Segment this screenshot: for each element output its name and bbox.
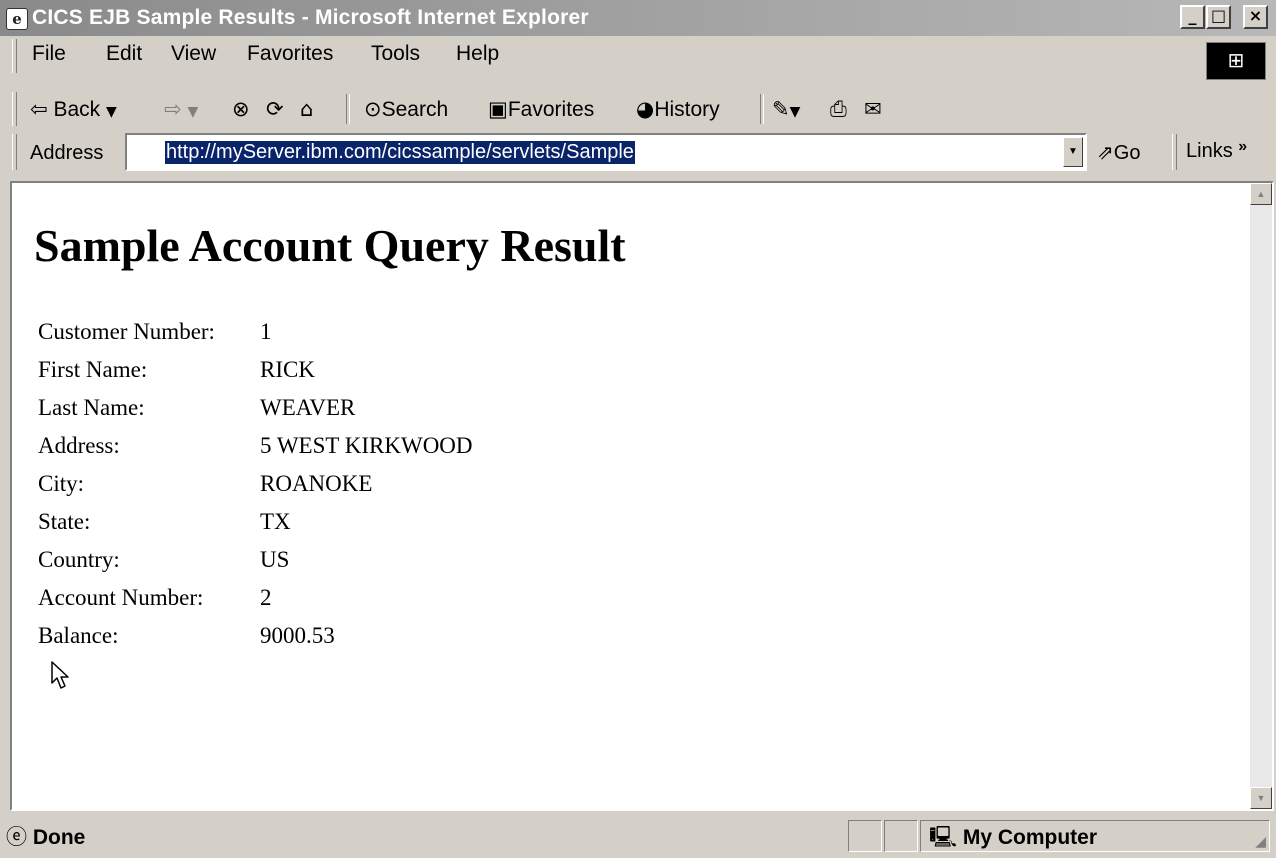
discuss-icon: ✉ [864,97,882,121]
history-button[interactable]: ◕History [636,97,720,122]
field-label: Account Number: [38,585,204,610]
ie-page-icon[interactable]: e [6,8,28,30]
address-dropdown-icon[interactable]: ▼ [1063,137,1083,167]
search-label: Search [381,98,449,121]
field-value: 9000.53 [260,623,335,648]
go-button[interactable]: ⇗Go [1097,140,1140,165]
field-label: Balance: [38,623,119,648]
status-text: Done [32,826,86,849]
search-button[interactable]: ⊙Search [364,97,448,122]
toolbar-separator [346,94,350,124]
menu-edit[interactable]: Edit [106,42,142,66]
status-bar: ⓔ Done 🖳 My Computer ◢ [0,817,1276,854]
vertical-scrollbar[interactable]: ▲ ▼ [1250,183,1272,809]
zone-container: 🖳 My Computer [929,823,1097,858]
window-title: CICS EJB Sample Results - Microsoft Inte… [32,6,589,29]
search-icon: ⊙ [364,97,382,121]
discuss-button[interactable]: ✉ [864,97,882,122]
menu-tools[interactable]: Tools [371,42,420,66]
links-grip[interactable] [1172,134,1177,170]
maximize-button[interactable]: □ [1206,5,1231,29]
home-icon: ⌂ [300,97,314,121]
back-dropdown-icon[interactable]: ▼ [106,104,117,120]
field-value: WEAVER [260,395,356,420]
toolbar-separator [760,94,764,124]
print-button[interactable]: ⎙ [830,97,847,122]
page-heading: Sample Account Query Result [34,220,626,271]
go-arrow-icon: ⇗ [1097,140,1114,164]
status-text-container: ⓔ Done [6,821,85,851]
toolbar-grip[interactable] [12,92,17,126]
menu-bar: File Edit View Favorites Tools Help [0,37,1276,95]
status-panel-zone: 🖳 My Computer ◢ [920,820,1270,852]
go-label: Go [1113,142,1141,164]
refresh-icon: ⟳ [266,97,284,121]
status-panel-progress [848,820,882,852]
my-computer-icon: 🖳 [929,825,958,849]
field-label: Address: [38,433,120,458]
address-bar: Address http://myServer.ibm.com/cicssamp… [0,130,1276,176]
page-done-icon: ⓔ [6,825,27,849]
field-value: 1 [260,319,272,344]
stop-icon: ⊗ [232,97,250,121]
refresh-button[interactable]: ⟳ [266,97,284,122]
menu-help[interactable]: Help [456,42,499,66]
field-value: ROANOKE [260,471,373,496]
scroll-down-icon[interactable]: ▼ [1250,787,1272,809]
back-arrow-icon: ⇦ [30,97,48,121]
field-label: Customer Number: [38,319,215,344]
field-value: 2 [260,585,272,610]
scroll-up-icon[interactable]: ▲ [1250,183,1272,205]
forward-button[interactable]: ⇨ ▼ [164,97,198,122]
menubar-grip[interactable] [12,39,17,73]
favorites-button[interactable]: ▣Favorites [488,97,594,122]
address-label: Address [30,142,104,164]
favorites-icon: ▣ [488,97,508,121]
print-icon: ⎙ [830,97,847,121]
resize-grip-icon[interactable]: ◢ [1255,833,1266,850]
close-button[interactable]: × [1243,5,1268,29]
address-input[interactable]: http://myServer.ibm.com/cicssample/servl… [125,133,1087,171]
standard-toolbar: ⇦ Back ▼ ⇨ ▼ ⊗ ⟳ ⌂ ⊙Search ▣Favorites ◕H… [0,90,1276,130]
menu-favorites[interactable]: Favorites [247,42,333,66]
links-label: Links [1186,140,1233,162]
page-content[interactable]: Sample Account Query Result Customer Num… [10,181,1274,811]
field-value: US [260,547,290,572]
back-button[interactable]: ⇦ Back ▼ [30,97,117,122]
field-label: Country: [38,547,120,572]
back-label: Back [53,98,101,121]
mouse-cursor-icon [51,661,69,689]
field-label: State: [38,509,91,534]
favorites-label: Favorites [507,98,595,121]
field-label: First Name: [38,357,148,382]
address-url-text[interactable]: http://myServer.ibm.com/cicssample/servl… [165,141,635,164]
addressbar-grip[interactable] [12,134,17,170]
links-chevron-icon[interactable]: » [1238,138,1247,155]
edit-icon: ✎ [772,97,790,121]
stop-button[interactable]: ⊗ [232,97,250,122]
field-value: RICK [260,357,315,382]
forward-dropdown-icon[interactable]: ▼ [187,104,198,120]
edit-button[interactable]: ✎▼ [772,97,800,122]
field-label: City: [38,471,85,496]
windows-logo-icon: ⊞ [1206,42,1266,80]
links-button[interactable]: Links » [1186,138,1247,163]
edit-dropdown-icon[interactable]: ▼ [790,104,801,120]
field-value: TX [260,509,291,534]
field-label: Last Name: [38,395,145,420]
home-button[interactable]: ⌂ [300,97,313,122]
status-panel-security [884,820,918,852]
zone-text: My Computer [962,826,1098,849]
minimize-button[interactable]: _ [1180,5,1205,29]
menu-view[interactable]: View [171,42,216,66]
history-icon: ◕ [636,97,655,121]
title-bar[interactable]: e CICS EJB Sample Results - Microsoft In… [0,0,1276,36]
forward-arrow-icon: ⇨ [164,97,182,121]
menu-file[interactable]: File [32,42,66,66]
field-value: 5 WEST KIRKWOOD [260,433,473,458]
history-label: History [654,98,720,121]
